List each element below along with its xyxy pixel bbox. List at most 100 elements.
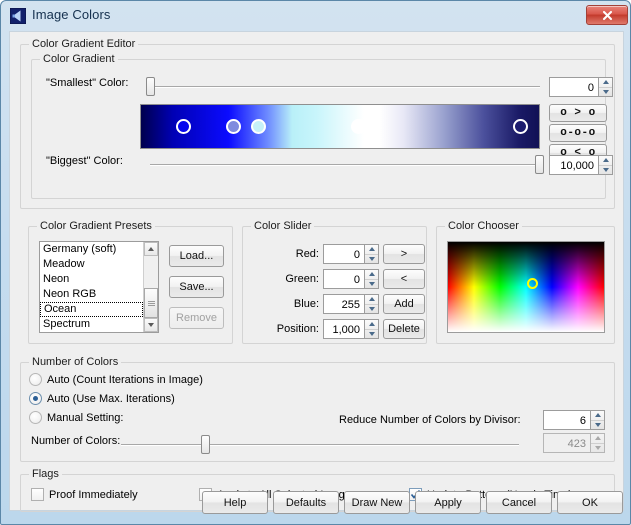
- divisor-spin-down[interactable]: [591, 421, 604, 430]
- green-spinner[interactable]: 0: [323, 269, 379, 289]
- position-spin-up[interactable]: [365, 320, 378, 330]
- smallest-color-spinner[interactable]: 0: [549, 77, 613, 97]
- divisor-spin-up[interactable]: [591, 411, 604, 421]
- scroll-up-button[interactable]: [144, 242, 158, 256]
- color-gradient-label: Color Gradient: [40, 53, 118, 65]
- close-button[interactable]: [586, 5, 628, 25]
- position-spinner[interactable]: 1,000: [323, 319, 379, 339]
- arrow-up-icon: [594, 413, 601, 418]
- apply-button[interactable]: Apply: [415, 491, 481, 514]
- green-spin-up[interactable]: [365, 270, 378, 280]
- green-spin-buttons[interactable]: [364, 269, 379, 289]
- manual-number-of-colors-value[interactable]: 423: [543, 433, 590, 453]
- radio-indicator-icon: [29, 411, 42, 424]
- draw-new-button[interactable]: Draw New: [344, 491, 410, 514]
- color-gradient-presets-label: Color Gradient Presets: [37, 220, 155, 232]
- delete-slider-button[interactable]: Delete: [383, 319, 425, 339]
- preset-item[interactable]: Ocean: [40, 302, 143, 317]
- blue-spin-buttons[interactable]: [364, 294, 379, 314]
- manual-spin-up[interactable]: [591, 434, 604, 444]
- biggest-color-slider-track[interactable]: [150, 164, 540, 166]
- position-value[interactable]: 1,000: [323, 319, 364, 339]
- green-value[interactable]: 0: [323, 269, 364, 289]
- red-value[interactable]: 0: [323, 244, 364, 264]
- color-gradient-editor-group: Color Gradient Editor Color Gradient "Sm…: [20, 38, 615, 209]
- manual-spin-buttons[interactable]: [590, 433, 605, 453]
- smallest-color-spin-down[interactable]: [599, 88, 612, 97]
- cancel-button[interactable]: Cancel: [486, 491, 552, 514]
- position-spin-down[interactable]: [365, 330, 378, 339]
- checkbox-indicator-icon: [31, 488, 44, 501]
- preset-item[interactable]: Neon: [40, 272, 143, 287]
- biggest-color-slider-thumb[interactable]: [535, 155, 544, 174]
- help-button[interactable]: Help: [202, 491, 268, 514]
- biggest-color-spin-buttons[interactable]: [598, 155, 613, 175]
- preset-item[interactable]: Meadow: [40, 257, 143, 272]
- blue-spin-down[interactable]: [365, 305, 378, 314]
- smallest-color-spin-up[interactable]: [599, 78, 612, 88]
- color-gradient-editor-label: Color Gradient Editor: [29, 38, 139, 50]
- smallest-color-spin-buttons[interactable]: [598, 77, 613, 97]
- red-spin-down[interactable]: [365, 255, 378, 264]
- gradient-marker-1[interactable]: [175, 119, 191, 134]
- preset-item[interactable]: Spectrum: [40, 317, 143, 332]
- previous-slider-button[interactable]: <: [383, 269, 425, 289]
- arrow-up-icon: [594, 436, 601, 441]
- red-spin-up[interactable]: [365, 245, 378, 255]
- color-slider-group: Color Slider Red: 0 Green: 0 Blue: 255 Positio…: [242, 220, 427, 344]
- color-gradient-bar[interactable]: [140, 104, 540, 149]
- arrow-down-icon: [368, 331, 375, 336]
- defaults-button[interactable]: Defaults: [273, 491, 339, 514]
- next-slider-button[interactable]: >: [383, 244, 425, 264]
- manual-setting-radio[interactable]: Manual Setting:: [29, 411, 123, 424]
- position-spin-buttons[interactable]: [364, 319, 379, 339]
- arrow-up-icon: [368, 297, 375, 302]
- number-of-colors-slider-thumb[interactable]: [200, 435, 210, 454]
- biggest-color-spinner[interactable]: 10,000: [549, 155, 613, 175]
- reduce-colors-divisor-spinner[interactable]: 6: [543, 410, 605, 430]
- reduce-colors-divisor-value[interactable]: 6: [543, 410, 590, 430]
- manual-spin-down[interactable]: [591, 444, 604, 453]
- biggest-color-value[interactable]: 10,000: [549, 155, 598, 175]
- blue-value[interactable]: 255: [323, 294, 364, 314]
- red-spin-buttons[interactable]: [364, 244, 379, 264]
- blue-spin-up[interactable]: [365, 295, 378, 305]
- auto-use-max-iterations-radio[interactable]: Auto (Use Max. Iterations): [29, 392, 175, 405]
- gradient-marker-5[interactable]: [512, 119, 528, 134]
- load-preset-button[interactable]: Load...: [169, 245, 224, 267]
- red-spinner[interactable]: 0: [323, 244, 379, 264]
- manual-setting-radio-label: Manual Setting:: [47, 411, 124, 424]
- image-colors-icon: [9, 7, 27, 25]
- gradient-distribute-markers-button[interactable]: o-o-o: [549, 124, 607, 142]
- auto-use-max-iterations-radio-label: Auto (Use Max. Iterations): [47, 392, 175, 405]
- number-of-colors-group: Number of Colors Auto (Count Iterations …: [20, 356, 615, 462]
- auto-count-iterations-radio-label: Auto (Count Iterations in Image): [47, 373, 203, 386]
- gradient-marker-4[interactable]: [350, 119, 366, 134]
- green-spin-down[interactable]: [365, 280, 378, 289]
- proof-immediately-checkbox[interactable]: Proof Immediately: [31, 488, 138, 501]
- color-chooser-canvas[interactable]: [447, 241, 605, 333]
- biggest-color-spin-up[interactable]: [599, 156, 612, 166]
- smallest-color-slider-track[interactable]: [150, 86, 540, 88]
- flags-label: Flags: [29, 468, 62, 480]
- preset-list[interactable]: Germany (soft) Meadow Neon Neon RGB Ocean Spe…: [39, 241, 159, 333]
- scrollbar-thumb[interactable]: [144, 288, 158, 318]
- blue-spinner[interactable]: 255: [323, 294, 379, 314]
- scroll-down-button[interactable]: [144, 318, 158, 332]
- preset-item[interactable]: Germany (soft): [40, 242, 143, 257]
- biggest-color-spin-down[interactable]: [599, 166, 612, 175]
- divisor-spin-buttons[interactable]: [590, 410, 605, 430]
- manual-number-of-colors-spinner[interactable]: 423: [543, 433, 605, 453]
- save-preset-button[interactable]: Save...: [169, 276, 224, 298]
- preset-scrollbar[interactable]: [143, 242, 158, 332]
- preset-item[interactable]: Neon RGB: [40, 287, 143, 302]
- smallest-color-slider-thumb[interactable]: [146, 77, 155, 96]
- ok-button[interactable]: OK: [557, 491, 623, 514]
- number-of-colors-slider-track[interactable]: [121, 444, 519, 446]
- arrow-down-icon: [602, 89, 609, 94]
- auto-count-iterations-radio[interactable]: Auto (Count Iterations in Image): [29, 373, 203, 386]
- smallest-color-value[interactable]: 0: [549, 77, 598, 97]
- add-slider-button[interactable]: Add: [383, 294, 425, 314]
- color-gradient-presets-group: Color Gradient Presets Germany (soft) Mea…: [28, 220, 233, 344]
- gradient-next-marker-button[interactable]: o > o: [549, 104, 607, 122]
